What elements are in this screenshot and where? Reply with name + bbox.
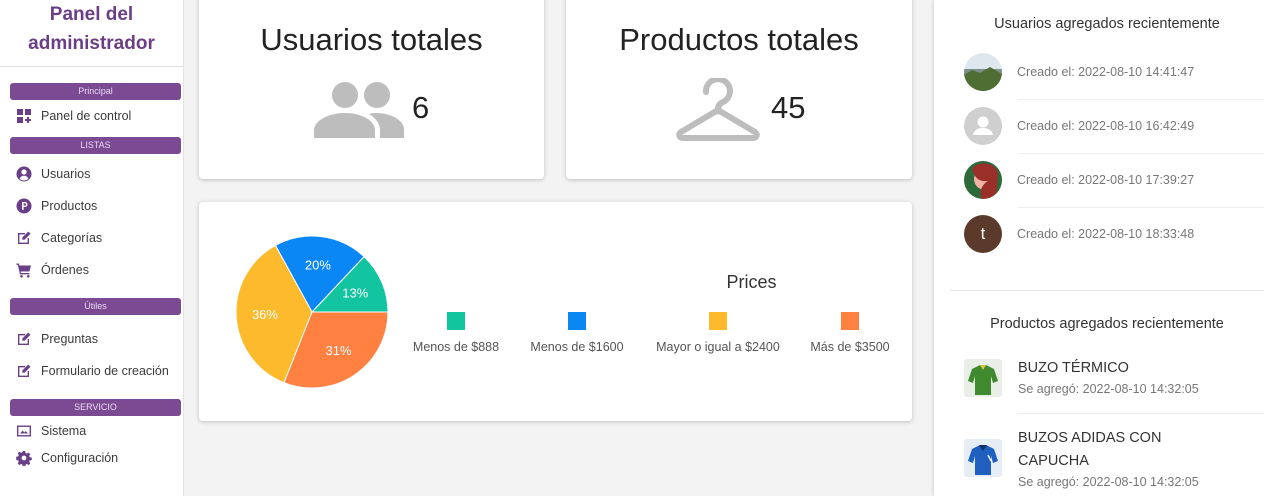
- product-added-date: Se agregó: 2022-08-10 14:32:05: [1018, 382, 1199, 396]
- section-label-listas: LISTAS: [10, 137, 181, 154]
- sidebar-item-formulario[interactable]: Formulario de creación: [0, 355, 183, 387]
- brand-title: Panel del administrador: [28, 4, 155, 54]
- legend-swatch: [447, 312, 465, 330]
- sidebar-item-sistema[interactable]: Sistema: [0, 417, 183, 445]
- divider: [1018, 413, 1264, 414]
- product-p-icon: [15, 197, 33, 215]
- section-label-principal: Principal: [10, 83, 181, 100]
- recent-product-row[interactable]: BUZO TÉRMICO Se agregó: 2022-08-10 14:32…: [964, 357, 1264, 398]
- recent-user-row[interactable]: Creado el: 2022-08-10 14:41:47: [964, 45, 1264, 99]
- sidebar-item-panel-de-control[interactable]: Panel de control: [0, 100, 183, 132]
- user-circle-icon: [15, 165, 33, 183]
- sidebar-item-label: Órdenes: [41, 263, 89, 277]
- sidebar-item-label: Categorías: [41, 231, 103, 245]
- sidebar-item-label: Usuarios: [41, 167, 91, 181]
- section-label-servicio: SERVICIO: [10, 399, 181, 416]
- section-divider: [950, 290, 1264, 291]
- sidebar-item-label: Panel de control: [41, 109, 132, 123]
- hanger-icon: [676, 76, 760, 147]
- default-avatar-icon: [964, 107, 1002, 145]
- product-thumbnail: [964, 359, 1002, 397]
- pie-slice-label: 13%: [342, 285, 368, 300]
- legend-swatch: [568, 312, 586, 330]
- sidebar-item-label: Formulario de creación: [41, 364, 169, 378]
- section-label-utiles: Útiles: [10, 298, 181, 315]
- edit-icon: [15, 330, 33, 348]
- sidebar-item-preguntas[interactable]: Preguntas: [0, 323, 183, 355]
- sidebar-item-usuarios[interactable]: Usuarios: [0, 158, 183, 190]
- user-created-date: Creado el: 2022-08-10 18:33:48: [1017, 227, 1195, 241]
- pie-slice-label: 31%: [325, 343, 351, 358]
- stat-card-products: Productos totales 45: [566, 0, 912, 179]
- product-name: BUZOS ADIDAS CON CAPUCHA: [1018, 430, 1162, 469]
- system-icon: [15, 422, 33, 440]
- avatar: [964, 53, 1002, 91]
- recent-user-row[interactable]: t Creado el: 2022-08-10 18:33:48: [964, 207, 1264, 261]
- pie-chart: 13% 20% 36% 31%: [235, 235, 389, 389]
- recent-products-title: Productos agregados recientemente: [990, 316, 1224, 332]
- pie-slice-label: 20%: [305, 257, 331, 272]
- chart-title: Prices: [726, 272, 777, 292]
- sidebar-item-ordenes[interactable]: Órdenes: [0, 254, 183, 286]
- stat-card-users: Usuarios totales 6: [199, 0, 544, 179]
- dashboard-icon: [15, 107, 33, 125]
- right-panel: Usuarios agregados recientemente Creado …: [934, 0, 1280, 496]
- stat-title: Productos totales: [619, 22, 859, 57]
- edit-icon: [15, 362, 33, 380]
- edit-icon: [15, 229, 33, 247]
- user-created-date: Creado el: 2022-08-10 16:42:49: [1017, 119, 1195, 133]
- sidebar-item-label: Configuración: [41, 451, 119, 465]
- user-created-date: Creado el: 2022-08-10 14:41:47: [1017, 65, 1195, 79]
- sidebar-item-categorias[interactable]: Categorías: [0, 222, 183, 254]
- sidebar: Panel del administrador Principal Panel …: [0, 0, 184, 496]
- recent-users-title: Usuarios agregados recientemente: [994, 16, 1220, 32]
- product-added-date: Se agregó: 2022-08-10 14:32:05: [1018, 475, 1199, 489]
- avatar: [964, 161, 1002, 199]
- product-thumbnail: [964, 439, 1002, 477]
- recent-user-row[interactable]: Creado el: 2022-08-10 17:39:27: [964, 153, 1264, 207]
- legend-item[interactable]: Menos de $1600: [497, 312, 657, 354]
- gear-icon: [15, 449, 33, 467]
- user-created-date: Creado el: 2022-08-10 17:39:27: [1017, 173, 1195, 187]
- legend-label: Más de $3500: [810, 340, 890, 354]
- sidebar-item-productos[interactable]: Productos: [0, 190, 183, 222]
- recent-user-row[interactable]: Creado el: 2022-08-10 16:42:49: [964, 99, 1264, 153]
- sidebar-item-configuracion[interactable]: Configuración: [0, 445, 183, 471]
- sidebar-item-label: Productos: [41, 199, 98, 213]
- recent-product-row[interactable]: BUZOS ADIDAS CON CAPUCHA Se agregó: 2022…: [964, 427, 1264, 491]
- legend-label: Menos de $1600: [530, 340, 624, 354]
- people-icon: [314, 80, 404, 143]
- pie-slice-label: 36%: [252, 307, 278, 322]
- stat-value-users: 6: [412, 90, 430, 125]
- sidebar-item-label: Preguntas: [41, 332, 98, 346]
- legend-swatch: [709, 312, 727, 330]
- price-chart-card: 13% 20% 36% 31% Prices Menos de $888 Menos d…: [199, 202, 912, 421]
- cart-icon: [15, 261, 33, 279]
- stat-value-products: 45: [771, 90, 806, 125]
- product-name: BUZO TÉRMICO: [1018, 360, 1129, 376]
- stat-title: Usuarios totales: [260, 22, 483, 57]
- letter-avatar: t: [964, 215, 1002, 253]
- sidebar-item-label: Sistema: [41, 424, 87, 438]
- legend-item[interactable]: Más de $3500: [770, 312, 930, 354]
- legend-swatch: [841, 312, 859, 330]
